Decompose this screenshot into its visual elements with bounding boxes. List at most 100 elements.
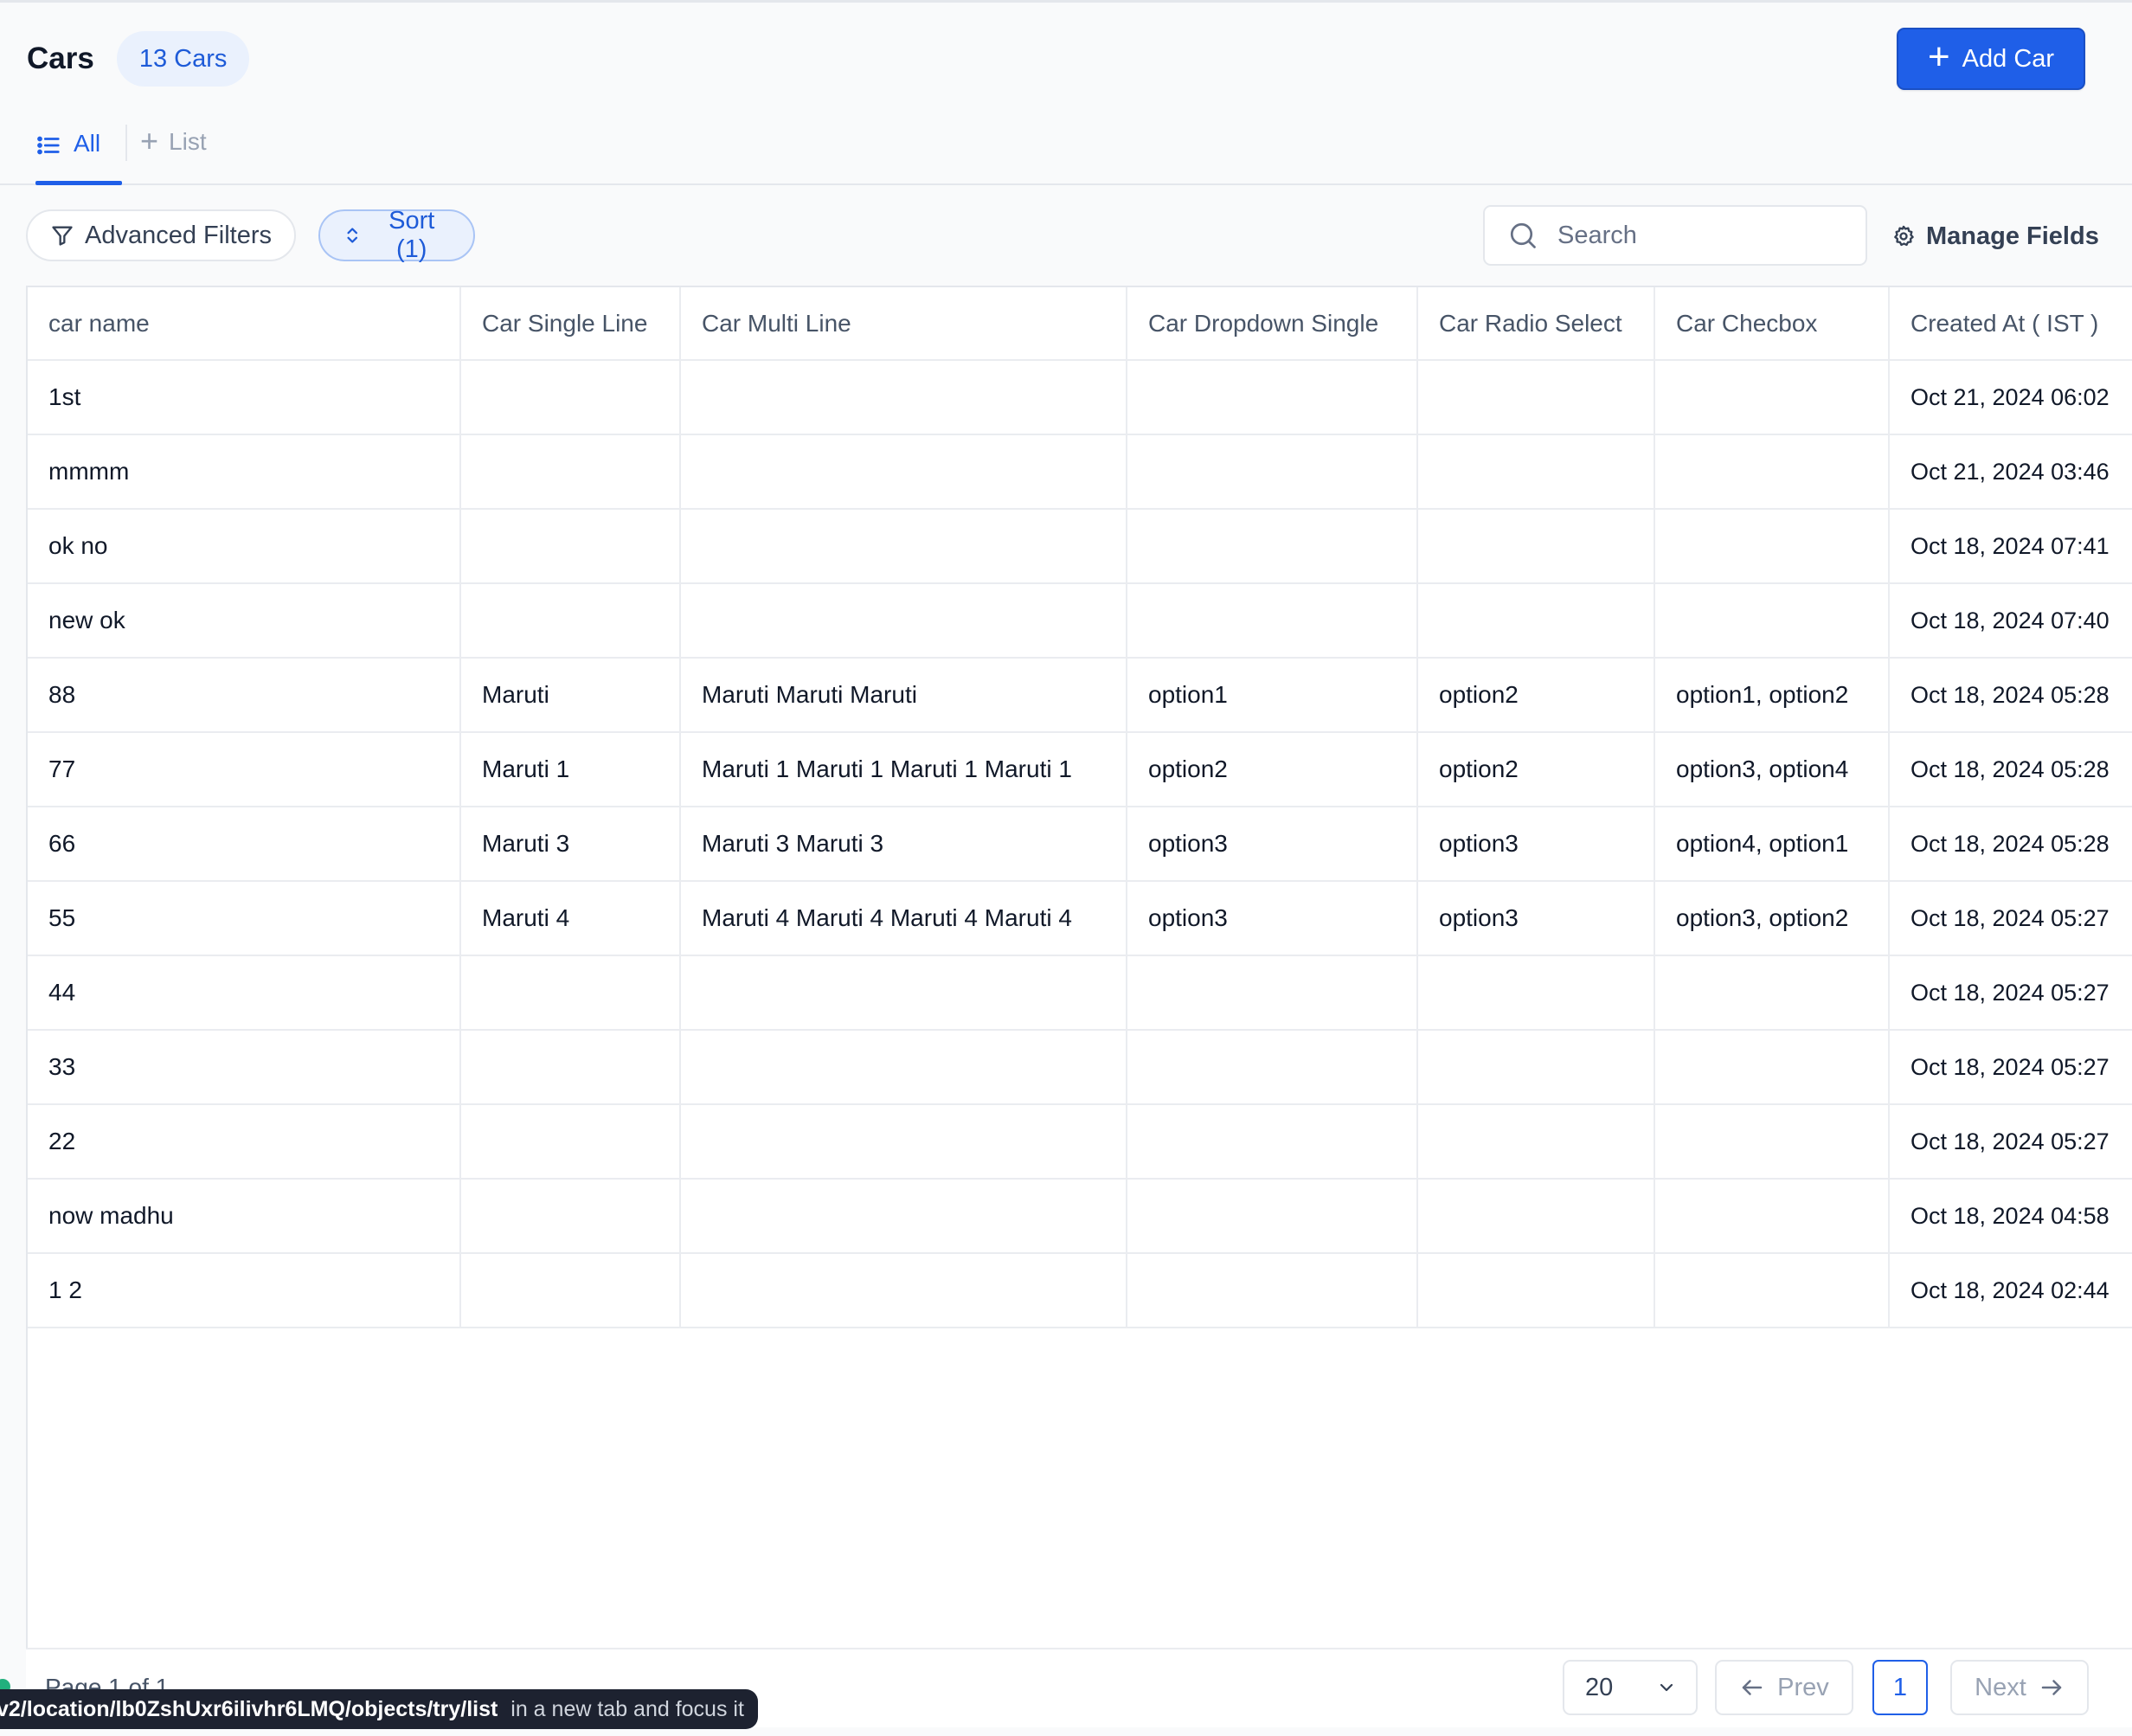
tab-all[interactable]: All <box>35 118 122 185</box>
cell-car-name[interactable]: 1 2 <box>28 1253 461 1328</box>
list-icon <box>37 136 60 155</box>
cell-car-multi-line <box>680 1030 1127 1105</box>
cell-car-multi-line <box>680 1104 1127 1180</box>
add-list-label: List <box>169 128 207 155</box>
column-header-car-dropdown-single[interactable]: Car Dropdown Single <box>1127 287 1418 361</box>
cell-car-name[interactable]: 77 <box>28 732 461 807</box>
cell-car-single-line: Maruti <box>460 658 681 733</box>
cell-car-radio-select: option3 <box>1417 807 1655 882</box>
table-row[interactable]: 22 Oct 18, 2024 05:27 <box>28 1104 2132 1180</box>
cell-car-single-line <box>460 509 681 584</box>
column-header-car-multi-line[interactable]: Car Multi Line <box>680 287 1127 361</box>
table-row[interactable]: 1 2 Oct 18, 2024 02:44 <box>28 1253 2132 1328</box>
cell-car-checkbox <box>1654 509 1890 584</box>
cell-car-name[interactable]: 66 <box>28 807 461 882</box>
cell-car-dropdown-single <box>1127 360 1418 435</box>
table-row[interactable]: mmmm Oct 21, 2024 03:46 <box>28 434 2132 510</box>
advanced-filters-button[interactable]: Advanced Filters <box>26 209 296 261</box>
cell-created-at: Oct 18, 2024 05:28 <box>1889 658 2132 733</box>
cell-car-dropdown-single <box>1127 1253 1418 1328</box>
search-box[interactable] <box>1483 205 1867 266</box>
cell-car-radio-select <box>1417 955 1655 1031</box>
status-url: v2/location/lb0ZshUxr6ilivhr6LMQ/objects… <box>0 1696 498 1721</box>
per-page-select[interactable]: 20 <box>1563 1660 1698 1715</box>
cell-car-name[interactable]: 22 <box>28 1104 461 1180</box>
cell-car-radio-select <box>1417 1030 1655 1105</box>
column-header-car-radio-select[interactable]: Car Radio Select <box>1417 287 1655 361</box>
cell-car-checkbox <box>1654 583 1890 659</box>
cell-car-name[interactable]: 33 <box>28 1030 461 1105</box>
add-car-button[interactable]: + Add Car <box>1897 28 2085 90</box>
cell-car-dropdown-single <box>1127 1179 1418 1254</box>
next-label: Next <box>1975 1673 2026 1701</box>
tab-divider <box>125 125 127 161</box>
cell-car-dropdown-single: option1 <box>1127 658 1418 733</box>
table-row[interactable]: now madhu Oct 18, 2024 04:58 <box>28 1179 2132 1254</box>
cell-car-radio-select: option2 <box>1417 732 1655 807</box>
cell-car-checkbox: option1, option2 <box>1654 658 1890 733</box>
cell-car-multi-line <box>680 955 1127 1031</box>
column-header-created-at[interactable]: Created At ( IST ) <box>1889 287 2132 361</box>
cell-car-dropdown-single <box>1127 955 1418 1031</box>
cell-car-multi-line: Maruti 4 Maruti 4 Maruti 4 Maruti 4 <box>680 881 1127 956</box>
cell-created-at: Oct 18, 2024 05:27 <box>1889 955 2132 1031</box>
sort-button[interactable]: Sort (1) <box>318 207 475 263</box>
link-status-tooltip: v2/location/lb0ZshUxr6ilivhr6LMQ/objects… <box>0 1689 758 1729</box>
top-divider <box>0 0 2132 3</box>
cell-car-radio-select <box>1417 1104 1655 1180</box>
cell-car-name[interactable]: new ok <box>28 583 461 659</box>
cell-car-checkbox <box>1654 1179 1890 1254</box>
cell-car-single-line: Maruti 4 <box>460 881 681 956</box>
table-row[interactable]: 88 Maruti Maruti Maruti Maruti option1 optio… <box>28 658 2132 733</box>
cell-car-name[interactable]: now madhu <box>28 1179 461 1254</box>
table-row[interactable]: 44 Oct 18, 2024 05:27 <box>28 955 2132 1031</box>
cell-car-single-line <box>460 434 681 510</box>
cell-car-name[interactable]: mmmm <box>28 434 461 510</box>
cell-car-single-line <box>460 583 681 659</box>
column-header-car-name[interactable]: car name <box>28 287 461 361</box>
table-row[interactable]: new ok Oct 18, 2024 07:40 <box>28 583 2132 659</box>
manage-fields-button[interactable]: Manage Fields <box>1891 215 2099 258</box>
table-row[interactable]: 77 Maruti 1 Maruti 1 Maruti 1 Maruti 1 Mar… <box>28 732 2132 807</box>
plus-icon: + <box>1927 35 1950 78</box>
arrow-left-icon <box>1742 1680 1763 1695</box>
cell-car-dropdown-single: option2 <box>1127 732 1418 807</box>
cell-car-name[interactable]: 55 <box>28 881 461 956</box>
records-table-container: car name Car Single Line Car Multi Line … <box>26 286 2132 1649</box>
cell-car-single-line <box>460 1104 681 1180</box>
cell-car-name[interactable]: 1st <box>28 360 461 435</box>
plus-icon: + <box>140 123 159 158</box>
search-input[interactable] <box>1557 221 1852 250</box>
cell-created-at: Oct 18, 2024 05:27 <box>1889 1104 2132 1180</box>
table-row[interactable]: 1st Oct 21, 2024 06:02 <box>28 360 2132 435</box>
manage-fields-label: Manage Fields <box>1926 222 2099 250</box>
add-list-tab[interactable]: + List <box>140 118 207 170</box>
table-row[interactable]: 33 Oct 18, 2024 05:27 <box>28 1030 2132 1105</box>
cell-car-multi-line <box>680 1179 1127 1254</box>
cell-car-multi-line: Maruti Maruti Maruti <box>680 658 1127 733</box>
cell-car-checkbox <box>1654 955 1890 1031</box>
cell-car-radio-select: option3 <box>1417 881 1655 956</box>
column-header-car-checkbox[interactable]: Car Checbox <box>1654 287 1890 361</box>
next-page-button[interactable]: Next <box>1950 1660 2089 1715</box>
table-row[interactable]: 66 Maruti 3 Maruti 3 Maruti 3 option3 option… <box>28 807 2132 882</box>
advanced-filters-label: Advanced Filters <box>85 221 272 249</box>
table-row[interactable]: ok no Oct 18, 2024 07:41 <box>28 509 2132 584</box>
cell-created-at: Oct 18, 2024 05:28 <box>1889 807 2132 882</box>
cell-created-at: Oct 21, 2024 06:02 <box>1889 360 2132 435</box>
cell-car-name[interactable]: ok no <box>28 509 461 584</box>
cell-car-single-line <box>460 1253 681 1328</box>
cell-car-dropdown-single: option3 <box>1127 807 1418 882</box>
cell-car-name[interactable]: 88 <box>28 658 461 733</box>
page-number-button[interactable]: 1 <box>1872 1660 1928 1715</box>
cell-car-name[interactable]: 44 <box>28 955 461 1031</box>
cell-car-dropdown-single <box>1127 509 1418 584</box>
cell-car-dropdown-single <box>1127 1030 1418 1105</box>
prev-page-button[interactable]: Prev <box>1715 1660 1853 1715</box>
cell-car-radio-select <box>1417 509 1655 584</box>
cell-car-multi-line: Maruti 3 Maruti 3 <box>680 807 1127 882</box>
table-row[interactable]: 55 Maruti 4 Maruti 4 Maruti 4 Maruti 4 Mar… <box>28 881 2132 956</box>
cell-created-at: Oct 18, 2024 07:41 <box>1889 509 2132 584</box>
cell-car-radio-select <box>1417 360 1655 435</box>
column-header-car-single-line[interactable]: Car Single Line <box>460 287 681 361</box>
